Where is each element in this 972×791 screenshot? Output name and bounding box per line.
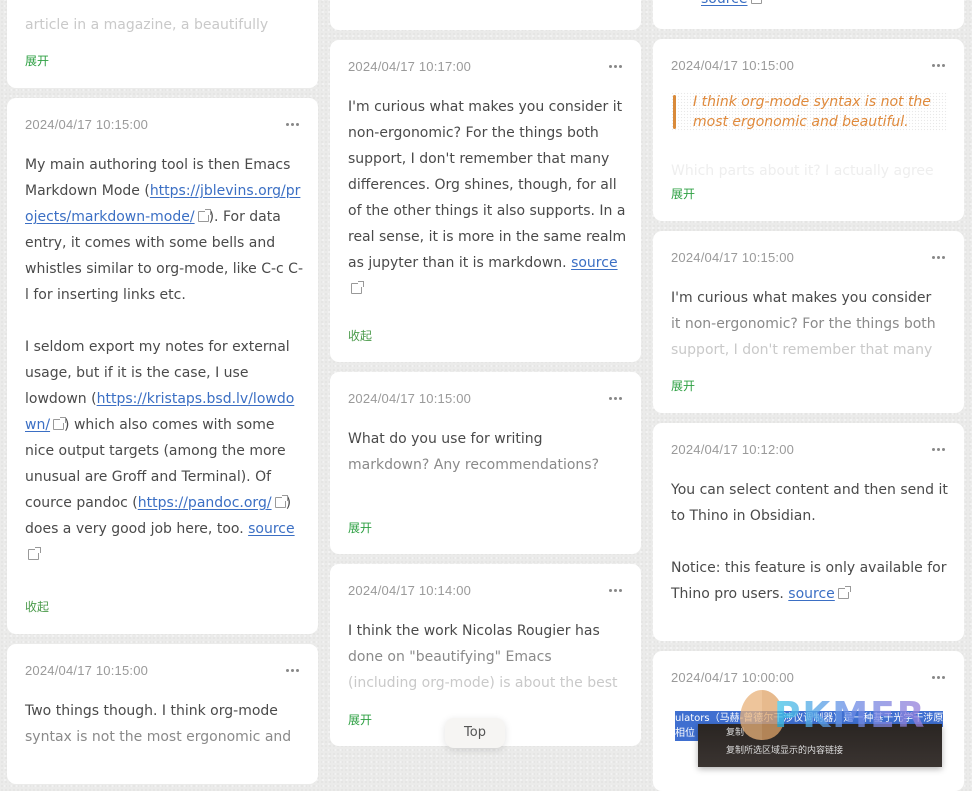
expand-toggle[interactable]: 展开 (671, 185, 695, 202)
memo-blockquote: I think org-mode syntax is not the most … (671, 92, 948, 132)
more-horizontal-icon[interactable] (608, 61, 623, 71)
memo-text: syntax is not the most ergonomic and (25, 729, 292, 745)
memo-text: article in a magazine, a beautifully (25, 17, 269, 33)
link-pandoc[interactable]: https://pandoc.org/ (138, 495, 272, 511)
memo-card: source (653, 0, 964, 29)
memo-card: 2024/04/17 10:15:00 I think org-mode syn… (653, 39, 964, 221)
more-horizontal-icon[interactable] (931, 252, 946, 262)
external-link-icon (837, 586, 851, 599)
expand-toggle[interactable]: 展开 (348, 519, 372, 536)
more-horizontal-icon[interactable] (931, 672, 946, 682)
memo-text: Which parts about it? I actually agree (671, 163, 934, 179)
memo-text: it non-ergonomic? For the things both (671, 316, 936, 332)
memo-timestamp: 2024/04/17 10:17:00 (348, 58, 472, 74)
source-link[interactable]: source (701, 0, 748, 7)
more-horizontal-icon[interactable] (608, 393, 623, 403)
memo-card: article in a magazine, a beautifully 展开 (7, 0, 318, 88)
external-link-icon (274, 495, 288, 508)
memo-card (330, 0, 641, 30)
external-link-icon (53, 417, 67, 430)
memo-card: 2024/04/17 10:15:00 I'm curious what mak… (653, 231, 964, 413)
memo-timestamp: 2024/04/17 10:12:00 (671, 441, 795, 457)
memo-text: I'm curious what makes you consider it n… (348, 99, 627, 271)
more-horizontal-icon[interactable] (931, 444, 946, 454)
memo-timestamp: 2024/04/17 10:15:00 (25, 662, 149, 678)
source-link[interactable]: source (788, 586, 835, 602)
context-menu-item-copy-link[interactable]: 复制所选区域显示的内容链接 (698, 742, 942, 760)
memo-text: I think the work Nicolas Rougier has (348, 623, 600, 639)
collapse-toggle[interactable]: 收起 (25, 598, 49, 615)
more-horizontal-icon[interactable] (608, 585, 623, 595)
expand-toggle[interactable]: 展开 (25, 52, 49, 69)
collapse-toggle[interactable]: 收起 (348, 327, 372, 344)
external-link-icon (197, 209, 211, 222)
source-link[interactable]: source (248, 521, 295, 537)
more-horizontal-icon[interactable] (285, 119, 300, 129)
more-horizontal-icon[interactable] (285, 665, 300, 675)
memo-text: support, I don't remember that many (671, 342, 933, 358)
external-link-icon (28, 547, 41, 560)
memo-text: Two things though. I think org-mode (25, 703, 278, 719)
memo-timestamp: 2024/04/17 10:14:00 (348, 582, 472, 598)
pkmer-watermark: PKMER (740, 690, 926, 740)
memo-card: 2024/04/17 10:17:00 I'm curious what mak… (330, 40, 641, 362)
memo-card: 2024/04/17 10:15:00 Two things though. I… (7, 644, 318, 784)
memo-card: 2024/04/17 10:15:00 My main authoring to… (7, 98, 318, 634)
memo-timestamp: 2024/04/17 10:15:00 (348, 390, 472, 406)
watermark-text: PKMER (774, 694, 927, 736)
memo-card: 2024/04/17 10:12:00 You can select conte… (653, 423, 964, 641)
memo-text: markdown? Any recommendations? (348, 457, 600, 473)
memo-text: What do you use for writing (348, 431, 543, 447)
memo-timestamp: 2024/04/17 10:15:00 (671, 57, 795, 73)
expand-toggle[interactable]: 展开 (671, 377, 695, 394)
selected-text: 相位或 (675, 727, 698, 741)
memo-timestamp: 2024/04/17 10:15:00 (25, 116, 149, 132)
external-link-icon (750, 0, 762, 4)
source-link[interactable]: source (571, 255, 618, 271)
memo-text: I'm curious what makes you consider (671, 290, 932, 306)
memo-timestamp: 2024/04/17 10:00:00 (671, 669, 795, 685)
back-to-top-button[interactable]: Top (445, 718, 505, 748)
external-link-icon (351, 281, 364, 294)
memo-card: 2024/04/17 10:15:00 What do you use for … (330, 372, 641, 554)
more-horizontal-icon[interactable] (931, 60, 946, 70)
memo-text: You can select content and then send it … (671, 482, 948, 524)
expand-toggle[interactable]: 展开 (348, 711, 372, 728)
memo-text: done on "beautifying" Emacs (348, 649, 552, 665)
memo-text: (including org-mode) is about the best (348, 675, 618, 691)
memo-content: My main authoring tool is then Emacs Mar… (25, 152, 304, 568)
memo-timestamp: 2024/04/17 10:15:00 (671, 249, 795, 265)
